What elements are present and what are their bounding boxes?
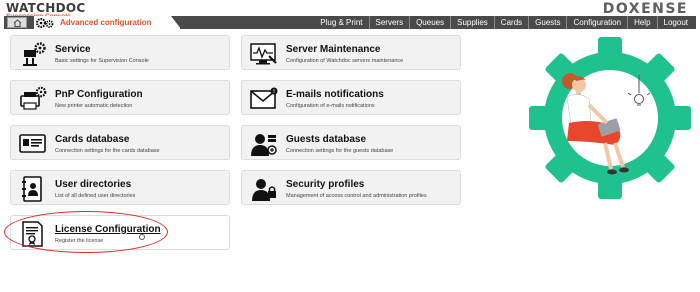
guests-db-title: Guests database	[286, 134, 367, 145]
home-button[interactable]	[7, 17, 27, 28]
main-menu: Plug & Print Servers Queues Supplies Car…	[314, 16, 694, 29]
menu-logout[interactable]: Logout	[656, 16, 694, 29]
license-highlight-ellipse	[4, 211, 168, 253]
breadcrumb[interactable]: Advanced configuration	[56, 16, 181, 29]
pnp-title: PnP Configuration	[55, 89, 143, 100]
top-navbar: Advanced configuration Plug & Print Serv…	[4, 16, 696, 29]
user-directories-card[interactable]: User directories List of all defined use…	[10, 170, 230, 205]
cards-db-icon	[19, 134, 46, 153]
service-card[interactable]: Service Basic settings for Supervision C…	[10, 35, 230, 70]
pnp-desc: New printer automatic detection	[55, 103, 133, 109]
server-maintenance-title: Server Maintenance	[286, 44, 381, 55]
emails-title: E-mails notifications	[286, 89, 384, 100]
emails-desc: Configuration of e-mails notifications	[286, 103, 375, 109]
cards-db-card[interactable]: Cards database Connection settings for t…	[10, 125, 230, 160]
menu-guests[interactable]: Guests	[528, 16, 566, 29]
email-icon: !	[250, 87, 278, 109]
user-directories-icon	[22, 176, 42, 202]
home-icon	[13, 18, 21, 27]
user-directories-desc: List of all defined user directories	[55, 193, 136, 199]
pnp-card[interactable]: PnP Configuration New printer automatic …	[10, 80, 230, 115]
mouse-cursor	[139, 234, 145, 240]
service-icon	[23, 42, 46, 66]
cards-db-desc: Connection settings for the cards databa…	[55, 148, 160, 154]
guests-db-card[interactable]: Guests database Connection settings for …	[241, 125, 461, 160]
server-maintenance-icon	[250, 43, 277, 65]
server-maintenance-desc: Configuration of Watchdoc servers mainte…	[286, 58, 404, 64]
security-desc: Management of access control and adminis…	[286, 193, 427, 199]
menu-supplies[interactable]: Supplies	[450, 16, 494, 29]
cards-db-title: Cards database	[55, 134, 130, 145]
user-directories-title: User directories	[55, 179, 132, 190]
guests-db-icon	[251, 134, 277, 156]
menu-servers[interactable]: Servers	[368, 16, 410, 29]
menu-cards[interactable]: Cards	[493, 16, 528, 29]
security-card[interactable]: Security profiles Management of access c…	[241, 170, 461, 205]
gears-icon	[34, 16, 56, 29]
emails-card[interactable]: ! E-mails notifications Configuration of…	[241, 80, 461, 115]
doxense-brand: DOXENSE	[602, 1, 688, 17]
menu-configuration[interactable]: Configuration	[566, 16, 627, 29]
security-title: Security profiles	[286, 179, 365, 190]
menu-plug-print[interactable]: Plug & Print	[314, 16, 368, 29]
service-desc: Basic settings for Supervision Console	[55, 58, 149, 64]
service-title: Service	[55, 44, 91, 55]
menu-queues[interactable]: Queues	[409, 16, 450, 29]
menu-help[interactable]: Help	[627, 16, 656, 29]
gear-illustration	[529, 37, 691, 199]
server-maintenance-card[interactable]: Server Maintenance Configuration of Watc…	[241, 35, 461, 70]
pnp-icon	[20, 86, 47, 110]
guests-db-desc: Connection settings for the guests datab…	[286, 148, 394, 154]
security-icon	[252, 179, 276, 201]
